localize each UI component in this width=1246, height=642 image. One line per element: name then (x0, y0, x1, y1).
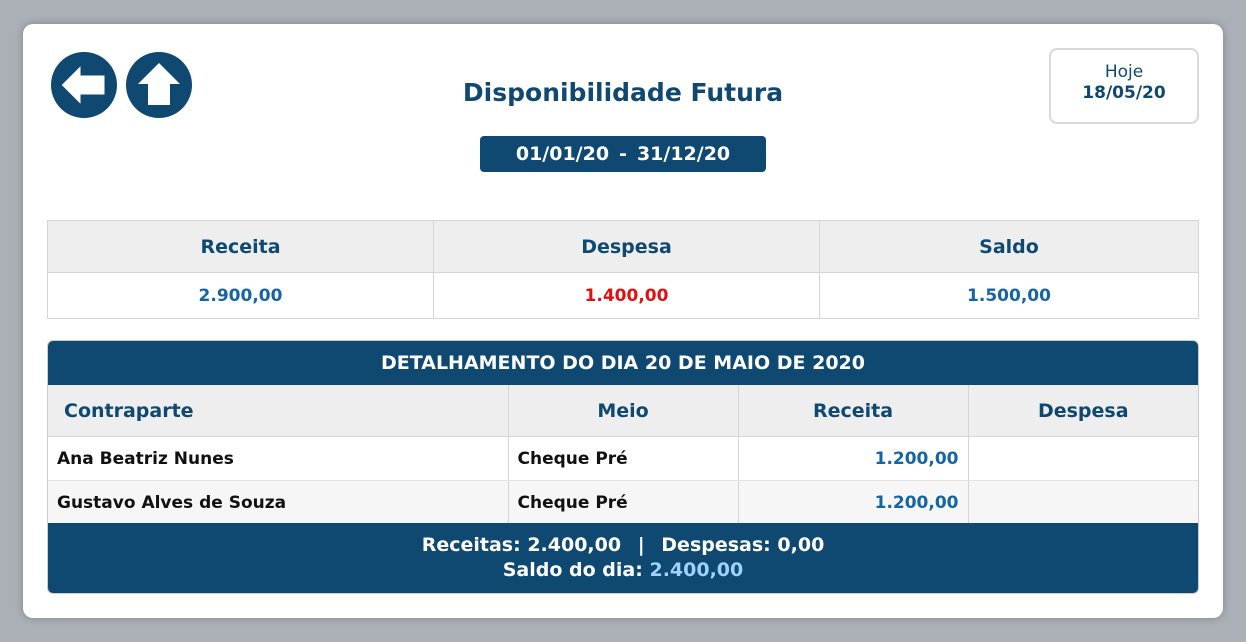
summary-values-row: 2.900,00 1.400,00 1.500,00 (47, 272, 1199, 319)
despesas-total-value: 0,00 (777, 534, 825, 556)
today-date: 18/05/20 (1082, 83, 1166, 103)
table-row[interactable]: Gustavo Alves de Souza Cheque Pré 1.200,… (48, 480, 1198, 525)
page-title: Disponibilidade Futura (462, 78, 784, 107)
summary-receita-value: 2.900,00 (47, 272, 434, 319)
receitas-total-label: Receitas: (421, 534, 521, 556)
column-header-contraparte: Contraparte (48, 385, 509, 437)
row-meio: Cheque Pré (508, 436, 739, 481)
today-label: Hoje (1104, 62, 1144, 82)
row-meio: Cheque Pré (508, 480, 739, 525)
day-totals-footer: Receitas: 2.400,00 | Despesas: 0,00 Sald… (48, 523, 1198, 593)
summary-header-saldo: Saldo (819, 220, 1199, 273)
day-detail-panel: DETALHAMENTO DO DIA 20 DE MAIO DE 2020 C… (47, 340, 1199, 594)
summary-despesa-value: 1.400,00 (433, 272, 820, 319)
despesas-total-label: Despesas: (661, 534, 771, 556)
row-despesa (968, 480, 1198, 525)
detail-header-row: Contraparte Meio Receita Despesa (48, 385, 1198, 437)
receitas-total-value: 2.400,00 (527, 534, 622, 556)
period-end: 31/12/20 (636, 143, 731, 165)
day-balance-line: Saldo do dia: 2.400,00 (48, 559, 1198, 581)
period-selector-button[interactable]: 01/01/20-31/12/20 (480, 136, 766, 172)
column-header-meio: Meio (508, 385, 739, 437)
saldo-dia-label: Saldo do dia: (502, 559, 643, 581)
day-detail-title: DETALHAMENTO DO DIA 20 DE MAIO DE 2020 (48, 341, 1198, 385)
day-totals-line: Receitas: 2.400,00 | Despesas: 0,00 (48, 534, 1198, 556)
totals-separator: | (637, 534, 645, 556)
summary-table: Receita Despesa Saldo 2.900,00 1.400,00 … (47, 220, 1199, 319)
summary-saldo-value: 1.500,00 (819, 272, 1199, 319)
row-contraparte: Ana Beatriz Nunes (48, 436, 509, 481)
main-card: Disponibilidade Futura Hoje 18/05/20 01/… (23, 24, 1223, 618)
period-start: 01/01/20 (515, 143, 610, 165)
column-header-receita: Receita (738, 385, 969, 437)
row-receita: 1.200,00 (738, 436, 969, 481)
row-contraparte: Gustavo Alves de Souza (48, 480, 509, 525)
row-despesa (968, 436, 1198, 481)
summary-header-row: Receita Despesa Saldo (47, 220, 1199, 273)
table-row[interactable]: Ana Beatriz Nunes Cheque Pré 1.200,00 (48, 436, 1198, 481)
summary-header-receita: Receita (47, 220, 434, 273)
period-separator: - (619, 143, 627, 165)
summary-header-despesa: Despesa (433, 220, 820, 273)
saldo-dia-value: 2.400,00 (649, 559, 744, 581)
today-box: Hoje 18/05/20 (1049, 48, 1199, 124)
column-header-despesa: Despesa (968, 385, 1198, 437)
row-receita: 1.200,00 (738, 480, 969, 525)
day-detail-table: Contraparte Meio Receita Despesa Ana Bea… (48, 385, 1198, 525)
